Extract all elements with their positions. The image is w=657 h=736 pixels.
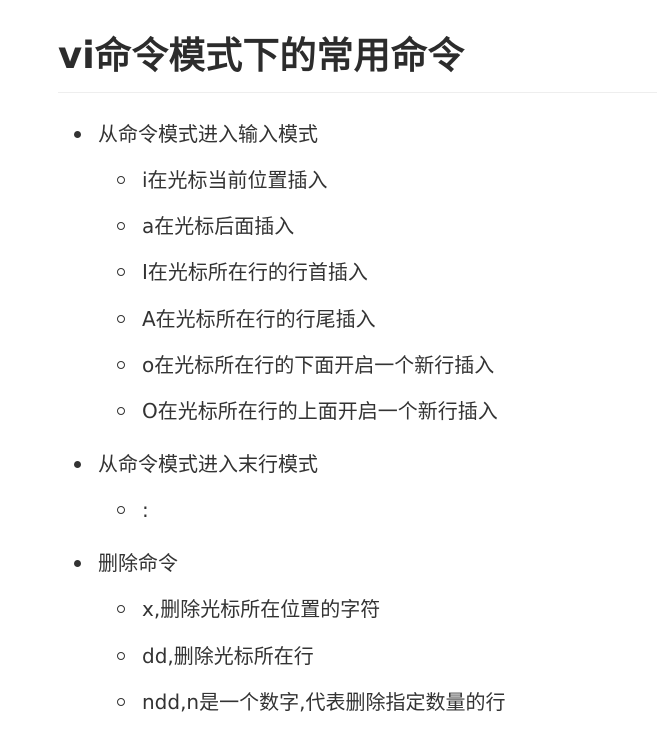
disc-bullet-icon <box>74 461 81 468</box>
disc-bullet-icon <box>74 131 81 138</box>
disc-bullet-icon <box>74 560 81 567</box>
list-item-text: i在光标当前位置插入 <box>142 168 328 192</box>
section-title: 从命令模式进入输入模式 <box>98 122 318 146</box>
list-item-text: : <box>142 498 149 522</box>
list-item-text: dd,删除光标所在行 <box>142 644 314 668</box>
title-divider <box>58 92 657 93</box>
list-item-text: o在光标所在行的下面开启一个新行插入 <box>142 353 495 377</box>
section-title: 从命令模式进入末行模式 <box>98 452 318 476</box>
list-item-text: ndd,n是一个数字,代表删除指定数量的行 <box>142 690 506 714</box>
circle-bullet-icon <box>117 315 125 323</box>
list-item-text: O在光标所在行的上面开启一个新行插入 <box>142 399 498 423</box>
page-title: vi命令模式下的常用命令 <box>58 34 465 77</box>
circle-bullet-icon <box>117 268 125 276</box>
circle-bullet-icon <box>117 605 125 613</box>
circle-bullet-icon <box>117 506 125 514</box>
list-item-text: I在光标所在行的行首插入 <box>142 260 368 284</box>
list-item-text: A在光标所在行的行尾插入 <box>142 307 376 331</box>
circle-bullet-icon <box>117 222 125 230</box>
circle-bullet-icon <box>117 698 125 706</box>
list-item-text: a在光标后面插入 <box>142 214 295 238</box>
circle-bullet-icon <box>117 407 125 415</box>
circle-bullet-icon <box>117 361 125 369</box>
circle-bullet-icon <box>117 652 125 660</box>
list-item-text: x,删除光标所在位置的字符 <box>142 597 381 621</box>
circle-bullet-icon <box>117 176 125 184</box>
section-title: 删除命令 <box>98 551 178 575</box>
